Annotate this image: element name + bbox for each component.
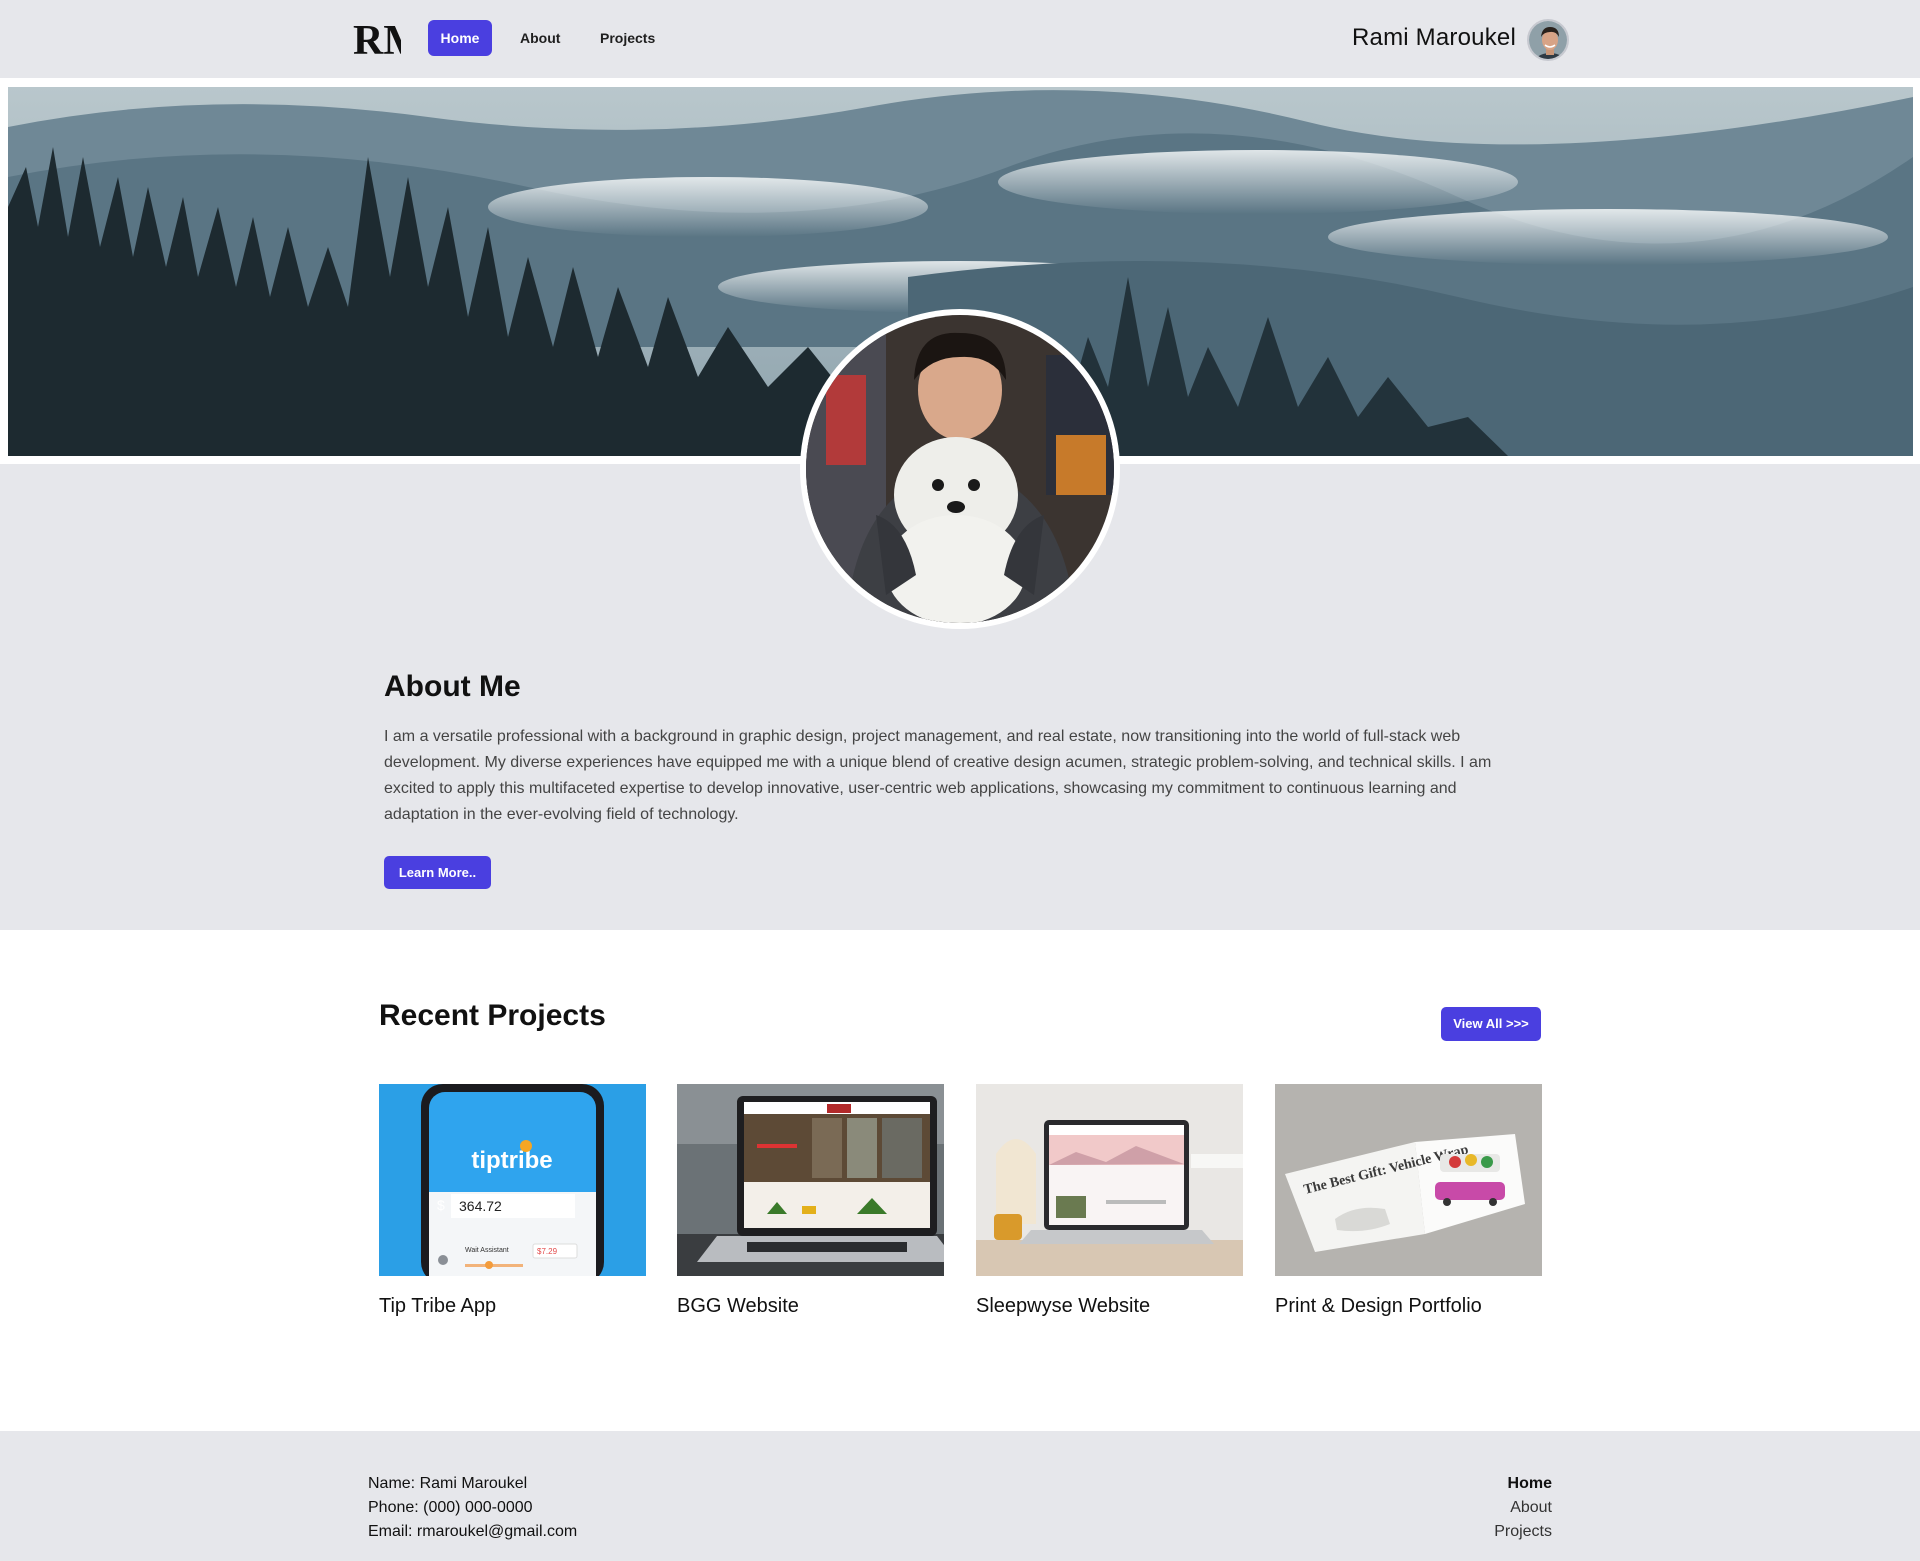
footer-link-home[interactable]: Home	[1494, 1472, 1552, 1496]
project-card-sleepwyse[interactable]: Sleepwyse Website	[976, 1084, 1243, 1318]
logo-text: RM	[353, 18, 401, 58]
project-thumb-sleepwyse[interactable]	[976, 1084, 1243, 1276]
footer-nav: Home About Projects	[1494, 1472, 1552, 1544]
project-label-bgg[interactable]: BGG Website	[677, 1295, 944, 1318]
contact-info: Name: Rami Maroukel Phone: (000) 000-000…	[368, 1472, 577, 1544]
site-footer: Name: Rami Maroukel Phone: (000) 000-000…	[0, 1431, 1920, 1561]
site-header: RM Home About Projects Rami Maroukel	[0, 0, 1920, 78]
nav-projects[interactable]: Projects	[588, 20, 667, 56]
project-thumb-bgg[interactable]	[677, 1084, 944, 1276]
project-label-print-design[interactable]: Print & Design Portfolio	[1275, 1295, 1542, 1318]
tiptribe-amount: 364.72	[459, 1198, 502, 1214]
project-card-print-design[interactable]: The Best Gift: Vehicle Wrap Print & Desi…	[1275, 1084, 1542, 1318]
project-card-tiptribe[interactable]: tiptribe $ 364.72 Wait Assistant $7.29 T…	[379, 1084, 646, 1318]
project-thumb-tiptribe[interactable]: tiptribe $ 364.72 Wait Assistant $7.29	[379, 1084, 646, 1276]
learn-more-button[interactable]: Learn More..	[384, 856, 491, 889]
contact-phone: Phone: (000) 000-0000	[368, 1499, 533, 1516]
contact-email: Email: rmaroukel@gmail.com	[368, 1523, 578, 1540]
tiptribe-sub-value: $7.29	[537, 1247, 558, 1256]
tiptribe-logo-text: tiptribe	[471, 1147, 552, 1174]
project-thumb-print-design[interactable]: The Best Gift: Vehicle Wrap	[1275, 1084, 1542, 1276]
nav-about[interactable]: About	[508, 20, 572, 56]
footer-link-about[interactable]: About	[1494, 1496, 1552, 1520]
avatar[interactable]	[1527, 19, 1569, 61]
nav-home[interactable]: Home	[428, 20, 492, 56]
project-label-tiptribe[interactable]: Tip Tribe App	[379, 1295, 646, 1318]
footer-link-projects[interactable]: Projects	[1494, 1520, 1552, 1544]
view-all-button[interactable]: View All >>>	[1441, 1007, 1541, 1041]
tiptribe-sub-label: Wait Assistant	[465, 1247, 509, 1254]
project-label-sleepwyse[interactable]: Sleepwyse Website	[976, 1295, 1243, 1318]
about-text: I am a versatile professional with a bac…	[384, 728, 1492, 823]
rm-logo[interactable]: RM	[353, 18, 401, 58]
project-card-bgg[interactable]: BGG Website	[677, 1084, 944, 1318]
about-title: About Me	[384, 670, 521, 703]
profile-photo	[800, 309, 1120, 629]
contact-name: Name: Rami Maroukel	[368, 1475, 528, 1492]
currency-symbol: $	[437, 1197, 445, 1213]
header-user-name: Rami Maroukel	[1352, 24, 1516, 51]
recent-projects-title: Recent Projects	[379, 999, 606, 1032]
